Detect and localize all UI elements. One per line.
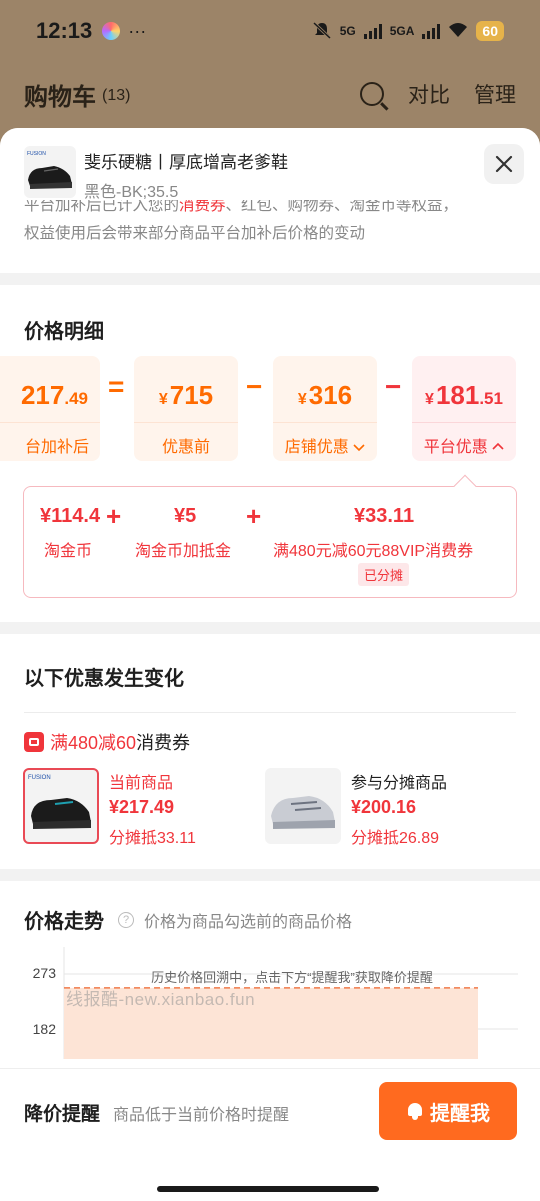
coupon-type: 消费券 <box>136 733 191 753</box>
vip-coupon-label: 满480元减60元88VIP消费券 <box>273 543 474 560</box>
status-bar: 12:13 ··· 5G 5GA 60 <box>0 0 540 62</box>
divider <box>24 712 516 713</box>
shop-discount-currency: ¥ <box>297 391 307 408</box>
change-title: 以下优惠发生变化 <box>24 668 184 690</box>
price-trend-chart: 273 182 历史价格回溯中，点击下方“提醒我”获取降价提醒 <box>33 947 518 1059</box>
equals-sign: = <box>108 371 125 402</box>
brand-logo-text-2: FUSION <box>28 775 51 781</box>
chevron-down-icon <box>353 444 365 452</box>
original-price-currency: ¥ <box>158 391 168 408</box>
reminder-title: 降价提醒 <box>24 1104 101 1125</box>
discount-change-section: 以下优惠发生变化 满480减60 消费券 FUSION 当前商品 ¥217.49… <box>0 634 540 869</box>
taojinbi-value: ¥114.4 <box>40 505 101 527</box>
signal-icon <box>363 23 382 39</box>
trend-hint-text: 价格为商品勾选前的商品价格 <box>144 914 353 931</box>
notice-highlight: 消费券 <box>179 200 226 214</box>
taojinbi-bonus-label: 淘金币加抵金 <box>135 543 232 560</box>
shop-discount-int: 316 <box>308 380 353 410</box>
shared-product-price: ¥200.16 <box>351 797 417 817</box>
notice-line1-a: 平台加补后已计入您的 <box>24 200 180 214</box>
chart-annotation: 历史价格回溯中，点击下方“提醒我”获取降价提醒 <box>151 970 433 985</box>
current-product-title: 当前商品 <box>109 775 174 792</box>
platform-discount-dec: .51 <box>479 389 503 408</box>
notice-line1-b: 、红包、购物券、淘金币等权益， <box>225 200 459 214</box>
chevron-up-icon <box>492 442 504 450</box>
current-product-image: FUSION <box>23 768 99 844</box>
platform-discount-toggle[interactable]: 平台优惠 <box>412 422 516 457</box>
final-price-dec: .49 <box>64 389 88 408</box>
coupon-row: 满480减60 消费券 <box>24 729 190 755</box>
battery-indicator: 60 <box>476 21 504 41</box>
shared-product-title: 参与分摊商品 <box>351 775 448 792</box>
status-indicators: 5G 5GA 60 <box>312 21 504 42</box>
original-price-label: 优惠前 <box>134 422 238 457</box>
remind-me-label: 提醒我 <box>430 1102 490 1125</box>
price-detail-sheet: FUSION 斐乐硬糖丨厚底增高老爹鞋 黑色-BK;35.5 平台加补后已计入您… <box>0 128 540 1201</box>
shared-product-share: 分摊抵26.89 <box>351 830 440 847</box>
watermark: 线报酷-new.xianbao.fun <box>66 990 256 1009</box>
product-name: 斐乐硬糖丨厚底增高老爹鞋 <box>84 153 288 172</box>
coupon-icon <box>24 732 44 752</box>
reminder-desc: 商品低于当前价格时提醒 <box>113 1107 290 1124</box>
notice-line2: 权益使用后会带来部分商品平台加补后价格的变动 <box>24 225 366 242</box>
product-thumbnail: FUSION <box>24 146 76 198</box>
minus-sign-1: − <box>246 371 263 402</box>
cart-count: (13) <box>102 87 131 104</box>
brand-logo-text: FUSION <box>27 151 46 157</box>
search-icon[interactable] <box>360 82 384 106</box>
bell-icon <box>406 1102 424 1120</box>
product-sku: 黑色-BK;35.5 <box>84 184 179 201</box>
final-price-int: 217 <box>20 380 65 410</box>
remind-me-button[interactable]: 提醒我 <box>379 1082 517 1140</box>
shop-discount-label: 店铺优惠 <box>284 439 349 456</box>
price-reminder-bar: 降价提醒 商品低于当前价格时提醒 提醒我 <box>0 1068 540 1201</box>
plus-sign-1: + <box>106 501 122 531</box>
help-icon[interactable]: ? <box>118 912 134 928</box>
final-price-label: 台加补后 <box>0 422 100 457</box>
cart-header: 购物车 (13) 对比 管理 <box>0 66 540 122</box>
signal-icon-2 <box>422 23 441 39</box>
subsidy-notice: 平台加补后已计入您的消费券、红包、购物券、淘金币等权益， 权益使用后会带来部分商… <box>24 200 516 247</box>
vip-coupon-value: ¥33.11 <box>354 505 415 527</box>
original-price-box: ¥715 优惠前 <box>134 356 238 461</box>
taojinbi-label: 淘金币 <box>44 543 93 560</box>
wifi-icon <box>448 22 468 41</box>
taojinbi-bonus-value: ¥5 <box>174 505 197 527</box>
platform-discount-box[interactable]: ¥181.51 平台优惠 <box>412 356 516 461</box>
shared-product-image <box>265 768 341 844</box>
platform-discount-currency: ¥ <box>425 391 434 408</box>
home-indicator[interactable] <box>157 1186 379 1192</box>
trend-title: 价格走势 <box>24 911 104 933</box>
final-price-box: 217.49 台加补后 <box>0 356 100 461</box>
minus-sign-2: − <box>385 371 402 402</box>
compare-button[interactable]: 对比 <box>408 79 450 109</box>
current-product-share: 分摊抵33.11 <box>109 830 196 847</box>
network-5g-label: 5G <box>339 24 356 38</box>
close-button[interactable] <box>484 144 524 184</box>
shop-discount-toggle[interactable]: 店铺优惠 <box>273 422 377 457</box>
more-notifications-icon: ··· <box>128 20 147 41</box>
platform-discount-int: 181 <box>435 380 480 410</box>
network-5ga-label: 5GA <box>389 24 415 38</box>
mute-icon <box>312 21 332 42</box>
status-time: 12:13 <box>36 18 93 43</box>
shop-discount-box[interactable]: ¥316 店铺优惠 <box>273 356 377 461</box>
coupon-amount: 满480减60 <box>50 733 137 753</box>
y-tick-273: 273 <box>33 965 57 981</box>
trend-hint: ? 价格为商品勾选前的商品价格 <box>118 908 352 932</box>
current-product-price: ¥217.49 <box>109 797 175 817</box>
platform-discount-label: 平台优惠 <box>423 439 488 456</box>
allocated-tag: 已分摊 <box>358 563 410 586</box>
product-header: FUSION 斐乐硬糖丨厚底增高老爹鞋 黑色-BK;35.5 平台加补后已计入您… <box>0 128 540 273</box>
plus-sign-2: + <box>246 501 262 531</box>
cart-title: 购物车 <box>24 83 96 111</box>
price-detail-title: 价格明细 <box>24 321 104 343</box>
y-tick-182: 182 <box>33 1021 57 1037</box>
manage-button[interactable]: 管理 <box>474 79 516 109</box>
original-price-int: 715 <box>169 380 214 410</box>
app-notification-icon <box>102 22 121 40</box>
close-icon <box>495 155 513 173</box>
platform-discount-breakdown: ¥114.4 淘金币 + ¥5 淘金币加抵金 + ¥33.11 满480元减60… <box>23 486 517 598</box>
